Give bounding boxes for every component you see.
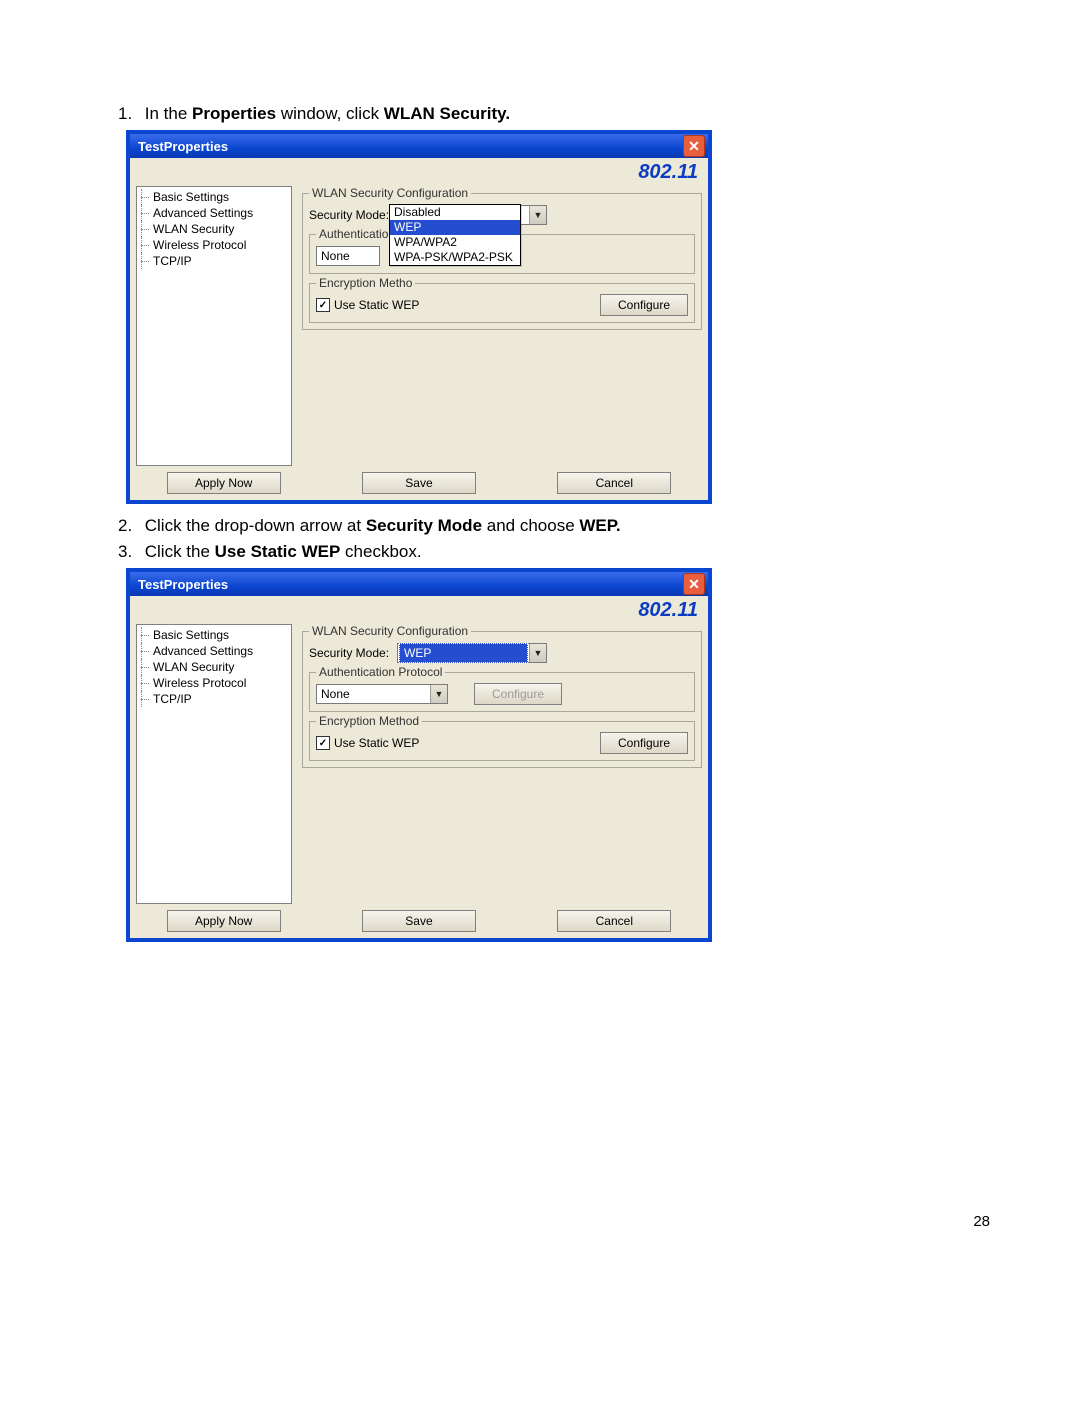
step-3: 3. Click the Use Static WEP checkbox. — [118, 542, 1000, 562]
group-auth: Authentication Protocol None ▼ Configure — [309, 665, 695, 712]
banner-label: 802.11 — [136, 599, 702, 624]
group-encryption: Encryption Method ✓ Use Static WEP Confi… — [309, 714, 695, 761]
configure-button[interactable]: Configure — [600, 732, 688, 754]
dropdown-option-disabled[interactable]: Disabled — [390, 205, 520, 220]
group-auth-legend: Authentication Protocol — [316, 665, 445, 679]
step-2: 2. Click the drop-down arrow at Security… — [118, 516, 1000, 536]
close-icon[interactable]: ✕ — [683, 573, 705, 595]
dropdown-option-wpa[interactable]: WPA/WPA2 — [390, 235, 520, 250]
save-button[interactable]: Save — [362, 472, 476, 494]
auth-protocol-combo[interactable]: None ▼ — [316, 684, 448, 704]
window-title: TestProperties — [138, 577, 228, 592]
tree-item-basic[interactable]: Basic Settings — [141, 627, 287, 643]
auth-protocol-value: None — [317, 685, 430, 703]
window-titlebar: TestProperties ✕ — [130, 572, 708, 596]
security-mode-dropdown-list[interactable]: Disabled WEP WPA/WPA2 WPA-PSK/WPA2-PSK — [389, 204, 521, 266]
use-static-wep-label: Use Static WEP — [334, 298, 419, 312]
nav-tree: Basic Settings Advanced Settings WLAN Se… — [136, 624, 292, 904]
group-legend: WLAN Security Configuration — [309, 186, 471, 200]
dropdown-option-wpapsk[interactable]: WPA-PSK/WPA2-PSK — [390, 250, 520, 265]
tree-item-wireless-protocol[interactable]: Wireless Protocol — [141, 675, 287, 691]
security-mode-value: WEP — [399, 643, 528, 663]
checkbox-icon: ✓ — [316, 298, 330, 312]
tree-item-wlan-security[interactable]: WLAN Security — [141, 659, 287, 675]
tree-item-advanced[interactable]: Advanced Settings — [141, 205, 287, 221]
chevron-down-icon[interactable]: ▼ — [430, 685, 447, 703]
apply-button[interactable]: Apply Now — [167, 910, 281, 932]
tree-item-advanced[interactable]: Advanced Settings — [141, 643, 287, 659]
tree-item-tcpip[interactable]: TCP/IP — [141, 691, 287, 707]
page-number: 28 — [973, 1213, 990, 1230]
cancel-button[interactable]: Cancel — [557, 472, 671, 494]
cancel-button[interactable]: Cancel — [557, 910, 671, 932]
group-encryption: Encryption Metho ✓ Use Static WEP Config… — [309, 276, 695, 323]
banner-label: 802.11 — [136, 161, 702, 186]
chevron-down-icon[interactable]: ▼ — [529, 644, 546, 662]
tree-item-basic[interactable]: Basic Settings — [141, 189, 287, 205]
security-mode-combo[interactable]: WEP ▼ — [397, 643, 547, 663]
button-bar: Apply Now Save Cancel — [136, 904, 702, 932]
group-legend: WLAN Security Configuration — [309, 624, 471, 638]
security-mode-label: Security Mode: — [309, 646, 397, 660]
button-bar: Apply Now Save Cancel — [136, 466, 702, 494]
apply-button[interactable]: Apply Now — [167, 472, 281, 494]
security-mode-label: Security Mode: — [309, 208, 397, 222]
window-titlebar: TestProperties ✕ — [130, 134, 708, 158]
chevron-down-icon[interactable]: ▼ — [529, 206, 546, 224]
tree-item-wlan-security[interactable]: WLAN Security — [141, 221, 287, 237]
group-encryption-legend: Encryption Method — [316, 714, 422, 728]
configure-button[interactable]: Configure — [600, 294, 688, 316]
close-icon[interactable]: ✕ — [683, 135, 705, 157]
checkbox-icon: ✓ — [316, 736, 330, 750]
properties-window-2: TestProperties ✕ 802.11 Basic Settings A… — [126, 568, 712, 942]
window-title: TestProperties — [138, 139, 228, 154]
tree-item-wireless-protocol[interactable]: Wireless Protocol — [141, 237, 287, 253]
dropdown-option-wep[interactable]: WEP — [390, 220, 520, 235]
save-button[interactable]: Save — [362, 910, 476, 932]
use-static-wep-checkbox[interactable]: ✓ Use Static WEP — [316, 298, 419, 312]
nav-tree: Basic Settings Advanced Settings WLAN Se… — [136, 186, 292, 466]
use-static-wep-checkbox[interactable]: ✓ Use Static WEP — [316, 736, 419, 750]
use-static-wep-label: Use Static WEP — [334, 736, 419, 750]
auth-protocol-value: None — [317, 247, 379, 265]
tree-item-tcpip[interactable]: TCP/IP — [141, 253, 287, 269]
step-1: 1. In the Properties window, click WLAN … — [118, 104, 1000, 124]
configure-button-disabled: Configure — [474, 683, 562, 705]
group-encryption-legend-partial: Encryption Metho — [316, 276, 415, 290]
auth-protocol-combo[interactable]: None — [316, 246, 380, 266]
properties-window-1: TestProperties ✕ 802.11 Basic Settings A… — [126, 130, 712, 504]
group-wlan-security-config: WLAN Security Configuration Security Mod… — [302, 624, 702, 768]
